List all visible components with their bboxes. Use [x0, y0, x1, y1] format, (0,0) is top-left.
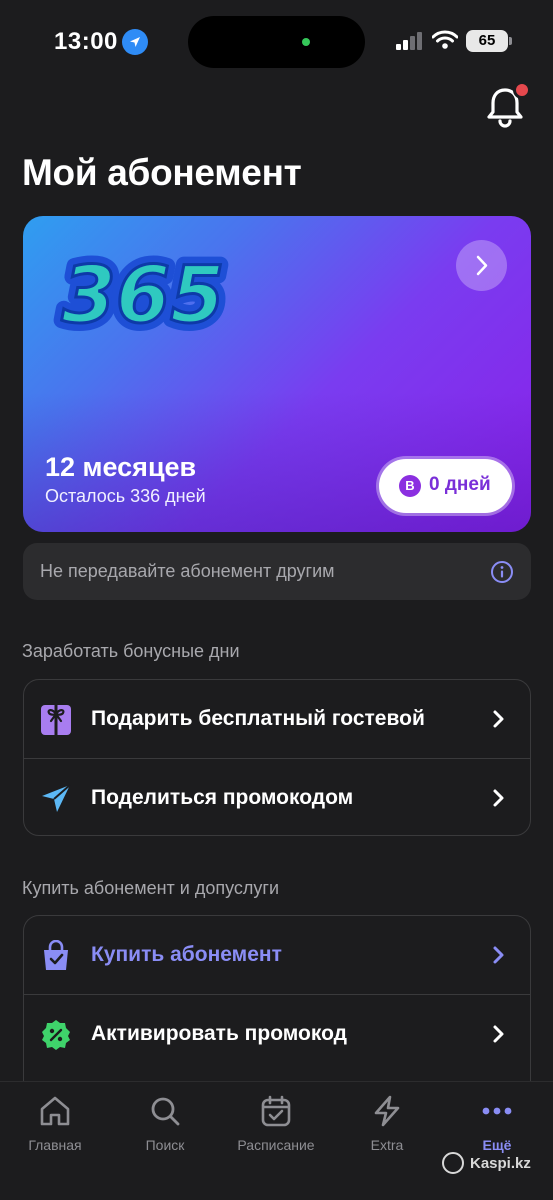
chevron-right-icon — [493, 946, 504, 964]
section-title-buy: Купить абонемент и допуслуги — [22, 878, 280, 898]
list-item-gift-guest[interactable]: Подарить бесплатный гостевой — [24, 680, 530, 758]
list-item-buy-subscription[interactable]: Купить абонемент — [24, 916, 530, 994]
list-item-activate-promo[interactable]: Активировать промокод — [24, 994, 530, 1072]
search-icon — [151, 1097, 180, 1126]
list-item-share-promo[interactable]: Поделиться промокодом — [24, 758, 530, 836]
chevron-right-icon — [493, 710, 504, 728]
transfer-notice[interactable]: Не передавайте абонемент другим — [23, 543, 531, 600]
page-title: Мой абонемент — [22, 152, 302, 193]
chevron-right-icon — [493, 789, 504, 807]
subscription-duration: 12 месяцев — [45, 452, 197, 482]
bonus-days-value: 0 дней — [429, 474, 491, 495]
bonus-badge-icon: B — [399, 475, 421, 497]
subscription-card[interactable]: 365 365 12 месяцев Осталось 336 дней B 0… — [23, 216, 531, 532]
info-icon[interactable] — [490, 560, 514, 584]
tab-label: Ещё — [482, 1137, 512, 1153]
home-icon — [40, 1096, 70, 1126]
camera-indicator-dot — [302, 38, 310, 46]
location-arrow-icon — [122, 29, 148, 55]
dynamic-island — [188, 16, 365, 68]
notice-text: Не передавайте абонемент другим — [40, 561, 335, 581]
paper-plane-icon — [40, 783, 72, 815]
tab-schedule[interactable]: Расписание — [221, 1094, 331, 1164]
card-open-button[interactable] — [456, 240, 507, 291]
buy-actions-group: Купить абонемент Активировать промокод — [23, 915, 531, 1105]
calendar-check-icon — [261, 1095, 291, 1127]
bonus-days-button[interactable]: B 0 дней — [379, 459, 512, 513]
list-item-label: Подарить бесплатный гостевой — [91, 707, 425, 730]
tab-label: Главная — [28, 1137, 82, 1153]
cellular-signal-icon — [396, 32, 424, 50]
subscription-remaining: Осталось 336 дней — [45, 486, 206, 506]
chevron-right-icon — [493, 1025, 504, 1043]
bonus-actions-group: Подарить бесплатный гостевой Поделиться … — [23, 679, 531, 836]
tab-label: Extra — [370, 1137, 404, 1153]
status-time: 13:00 — [54, 28, 118, 55]
battery-icon: 65 — [466, 30, 512, 52]
tab-search[interactable]: Поиск — [110, 1094, 220, 1164]
list-item-label: Активировать промокод — [91, 1022, 347, 1045]
shopping-bag-icon — [40, 939, 72, 972]
lightning-icon — [374, 1095, 400, 1127]
section-title-bonus: Заработать бонусные дни — [22, 641, 240, 661]
list-item-label: Поделиться промокодом — [91, 786, 354, 809]
wifi-icon — [431, 30, 459, 50]
tab-bar: Главная Поиск Расписание Extra Ещё — [0, 1081, 553, 1200]
list-item-label: Купить абонемент — [91, 943, 282, 966]
logo-365-text: 365 — [62, 251, 225, 341]
kaspi-logo-icon — [442, 1152, 464, 1174]
tab-extra[interactable]: Extra — [332, 1094, 442, 1164]
tab-label: Поиск — [145, 1137, 185, 1153]
tab-label: Расписание — [237, 1137, 315, 1153]
status-bar: 13:00 65 — [0, 0, 553, 84]
percent-badge-icon — [40, 1019, 72, 1051]
gift-icon — [40, 704, 72, 736]
more-dots-icon — [482, 1107, 512, 1115]
watermark-text: Kaspi.kz — [470, 1155, 531, 1172]
logo-365: 365 365 — [54, 243, 233, 349]
tab-home[interactable]: Главная — [0, 1094, 110, 1164]
notification-badge — [513, 81, 531, 99]
